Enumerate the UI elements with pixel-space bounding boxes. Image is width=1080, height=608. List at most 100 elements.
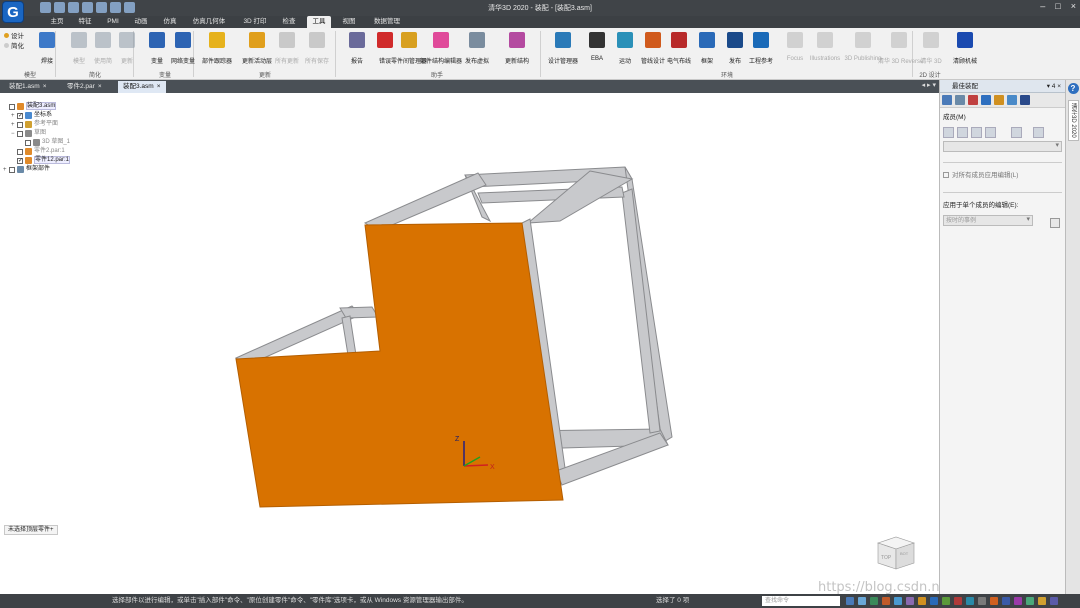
assembly-icon[interactable] bbox=[942, 95, 952, 105]
effects-icon[interactable] bbox=[1014, 597, 1022, 605]
member-list-icon[interactable] bbox=[1011, 127, 1022, 138]
panel-pin-icon[interactable]: ▾ 4 × bbox=[1047, 80, 1061, 93]
close-icon[interactable]: × bbox=[98, 83, 102, 90]
doc-tab-assembly3[interactable]: 装配3.asm × bbox=[118, 81, 166, 93]
fit-icon[interactable] bbox=[870, 597, 878, 605]
hide-icon[interactable] bbox=[978, 597, 986, 605]
settings-icon[interactable] bbox=[1002, 597, 1010, 605]
mode-design[interactable]: 设计 bbox=[4, 32, 24, 42]
frame-lower-post bbox=[341, 315, 357, 356]
shading-icon[interactable] bbox=[918, 597, 926, 605]
view-cube[interactable]: TOP BOT bbox=[874, 533, 918, 573]
tree-node[interactable]: + ✓ 坐标系 bbox=[3, 111, 133, 120]
tree-node[interactable]: + 框架部件 bbox=[3, 165, 133, 174]
close-icon[interactable]: × bbox=[157, 83, 161, 90]
zoom-area-icon[interactable] bbox=[858, 597, 866, 605]
graphics-window[interactable]: Z X 装配3.asm + ✓ 坐标系 + 参考平面 − 草图 3D 草图_1 零件2.par:1… bbox=[0, 93, 1052, 595]
members-combo[interactable] bbox=[943, 141, 1062, 152]
tree-node[interactable]: − 草图 bbox=[3, 129, 133, 138]
fullscreen-icon[interactable] bbox=[1050, 597, 1058, 605]
orange-plate[interactable] bbox=[235, 222, 564, 508]
struct-editor-button[interactable]: 部件结构编辑器 bbox=[420, 30, 462, 70]
member-copy-icon[interactable] bbox=[971, 127, 982, 138]
tab-home[interactable]: 主页 bbox=[46, 16, 68, 28]
tab-simulation[interactable]: 仿真 bbox=[159, 16, 181, 28]
focus-button[interactable]: Focus bbox=[778, 30, 812, 70]
tree-node[interactable]: + 参考平面 bbox=[3, 120, 133, 129]
visibility-checkbox[interactable] bbox=[9, 166, 15, 173]
close-icon[interactable]: × bbox=[43, 83, 47, 90]
pan-icon[interactable] bbox=[882, 597, 890, 605]
display-icon[interactable] bbox=[930, 597, 938, 605]
clarity-button[interactable]: 清华 3D bbox=[914, 30, 948, 70]
maximize-button[interactable]: □ bbox=[1055, 1, 1060, 11]
camera-icon[interactable] bbox=[966, 597, 974, 605]
publish-virtual-button[interactable]: 发布虚拟 bbox=[460, 30, 494, 70]
minimize-button[interactable]: – bbox=[1040, 1, 1045, 11]
tab-animation[interactable]: 动画 bbox=[130, 16, 152, 28]
tab-tools[interactable]: 工具 bbox=[307, 16, 331, 28]
appearance-icon[interactable] bbox=[994, 95, 1004, 105]
settings-icon[interactable] bbox=[1020, 95, 1030, 105]
instance-combo[interactable]: 按时的事例 bbox=[943, 215, 1033, 226]
tab-view[interactable]: 视图 bbox=[338, 16, 360, 28]
rotate-icon[interactable] bbox=[894, 597, 902, 605]
select-top-level-part[interactable]: 未选择顶层零件+ bbox=[4, 525, 58, 535]
update-struct-button[interactable]: 更新结构 bbox=[500, 30, 534, 70]
publishing-button[interactable]: 3D Publishing bbox=[844, 30, 882, 70]
design-manager-button[interactable]: 设计管理器 bbox=[546, 30, 580, 70]
apply-single-label: 应用于单个成员的编辑(E): bbox=[943, 202, 1019, 209]
background-icon[interactable] bbox=[1026, 597, 1034, 605]
assembly-model[interactable]: Z X bbox=[0, 93, 939, 594]
table-icon[interactable] bbox=[1007, 95, 1017, 105]
section-icon[interactable] bbox=[954, 597, 962, 605]
help-icon[interactable]: ? bbox=[1067, 83, 1079, 94]
app-logo[interactable]: G bbox=[2, 1, 24, 23]
visibility-checkbox[interactable] bbox=[9, 103, 15, 110]
render-icon[interactable] bbox=[990, 597, 998, 605]
update-save-button[interactable]: 所有保存 bbox=[300, 30, 334, 70]
visibility-checkbox[interactable] bbox=[17, 121, 23, 128]
visibility-checkbox[interactable] bbox=[25, 139, 31, 146]
mesh-variables-button[interactable]: 网络变量 bbox=[166, 30, 200, 70]
help-icon[interactable] bbox=[981, 95, 991, 105]
close-button[interactable]: × bbox=[1071, 1, 1076, 11]
tree-node[interactable]: 装配3.asm bbox=[3, 102, 133, 111]
tree-node[interactable]: 3D 草图_1 bbox=[3, 138, 133, 147]
tab-inspect[interactable]: 检查 bbox=[278, 16, 300, 28]
illustrations-button[interactable]: Illustrations bbox=[808, 30, 842, 70]
tab-data-management[interactable]: 数据管理 bbox=[368, 16, 406, 28]
member-delete-icon[interactable] bbox=[985, 127, 996, 138]
engineering-ref-button[interactable]: 工程参考 bbox=[744, 30, 778, 70]
apply-all-checkbox[interactable]: 对所有成员应用编辑(L) bbox=[943, 169, 1062, 182]
views-icon[interactable] bbox=[906, 597, 914, 605]
parts-icon[interactable] bbox=[968, 95, 978, 105]
tab-pmi[interactable]: PMI bbox=[103, 16, 123, 28]
lights-icon[interactable] bbox=[942, 597, 950, 605]
visibility-checkbox[interactable] bbox=[17, 130, 23, 137]
tree-node[interactable]: ✓ 零件12.par:1 bbox=[3, 156, 133, 165]
member-edit-icon[interactable] bbox=[957, 127, 968, 138]
visibility-checkbox[interactable] bbox=[17, 148, 23, 155]
add-icon[interactable]: + bbox=[50, 527, 54, 533]
doc-tab-assembly1[interactable]: 装配1.asm × bbox=[4, 81, 52, 93]
command-search-input[interactable]: 查找命令 bbox=[762, 596, 840, 606]
side-tab-label[interactable]: 清华3D 2020 bbox=[1068, 100, 1079, 141]
design-calc-button[interactable]: 清顾机械 bbox=[948, 30, 982, 70]
select-instance-button[interactable] bbox=[1050, 218, 1060, 228]
tab-3d-print[interactable]: 3D 打印 bbox=[238, 16, 272, 28]
grid-icon[interactable] bbox=[1038, 597, 1046, 605]
visibility-checkbox[interactable]: ✓ bbox=[17, 112, 23, 119]
member-props-icon[interactable] bbox=[1033, 127, 1044, 138]
tab-sim-geometry[interactable]: 仿真几何体 bbox=[188, 16, 230, 28]
doc-tab-navigation[interactable]: ◂ ▸ ▾ bbox=[922, 81, 936, 89]
member-add-icon[interactable] bbox=[943, 127, 954, 138]
doc-tab-part2[interactable]: 零件2.par × bbox=[62, 81, 107, 93]
tree-node[interactable]: 零件2.par:1 bbox=[3, 147, 133, 156]
part-tracker-button[interactable]: 部件跟踪器 bbox=[200, 30, 234, 70]
tab-features[interactable]: 特征 bbox=[74, 16, 96, 28]
zoom-icon[interactable] bbox=[846, 597, 854, 605]
visibility-checkbox[interactable]: ✓ bbox=[17, 157, 23, 164]
layer-icon[interactable] bbox=[955, 95, 965, 105]
mode-simplify[interactable]: 简化 bbox=[4, 42, 24, 52]
